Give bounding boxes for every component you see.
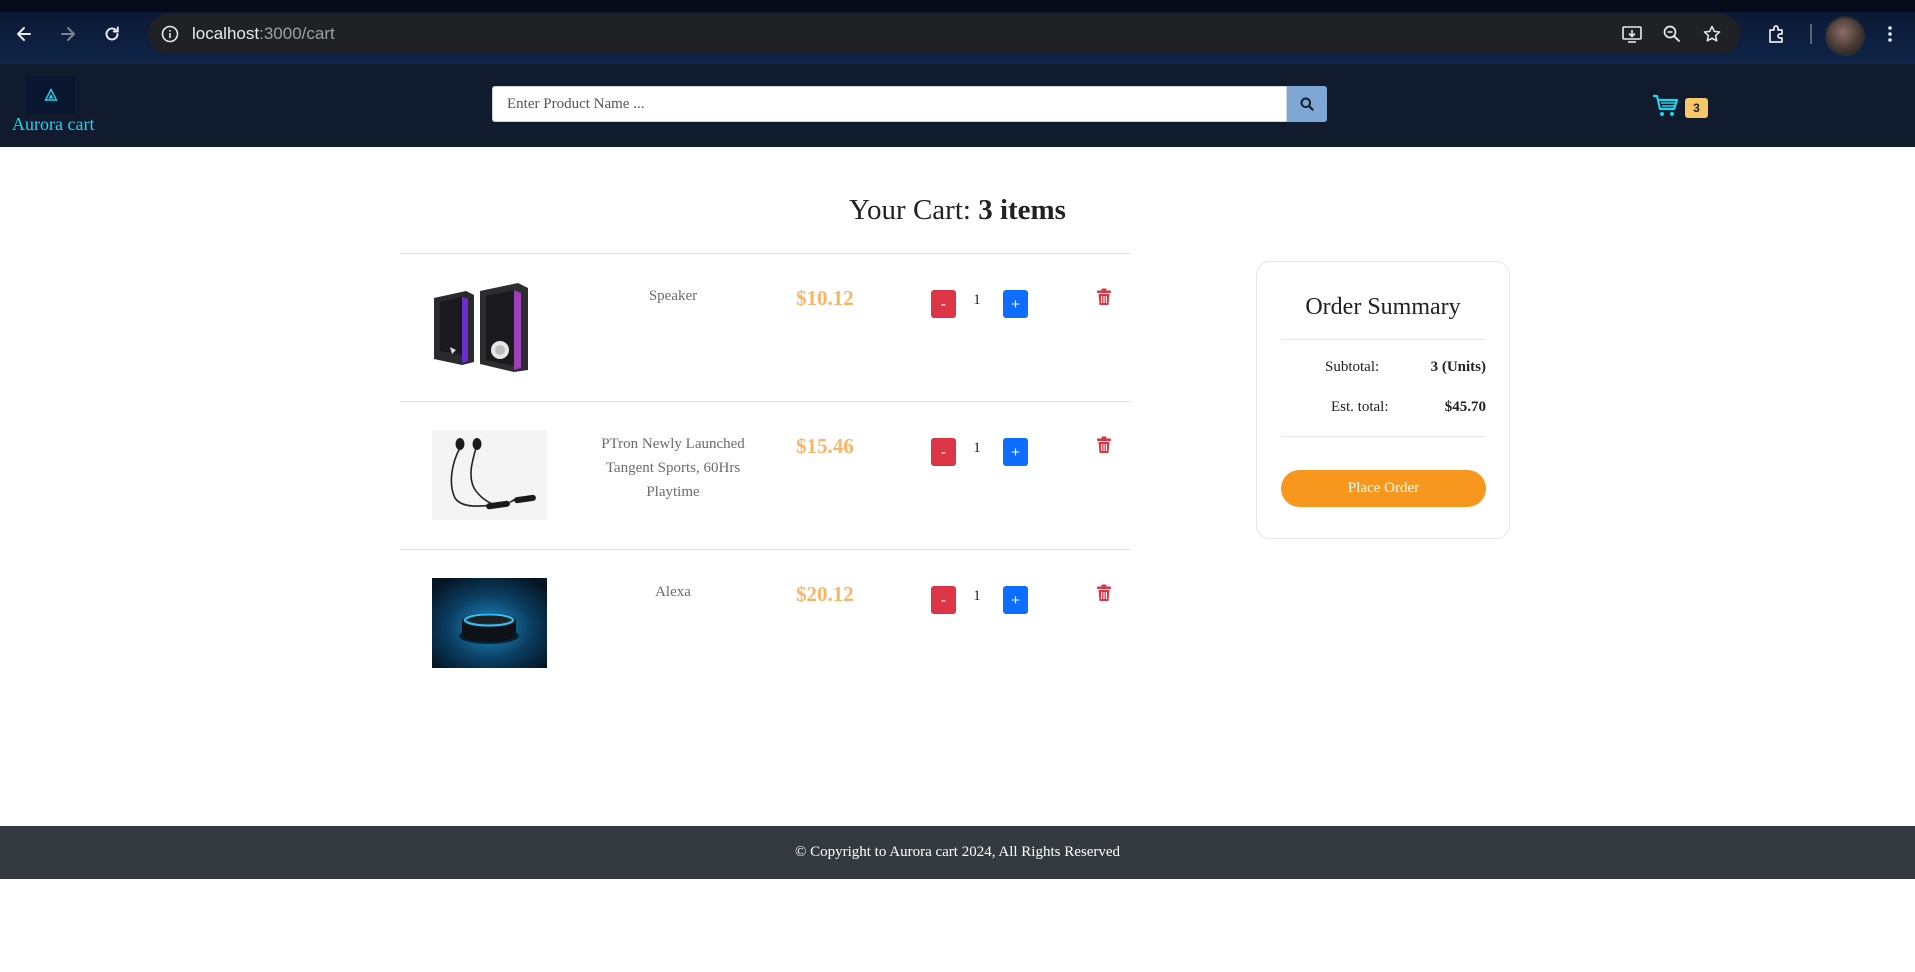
cart-icon xyxy=(1653,94,1679,116)
quantity-value: 1 xyxy=(973,588,981,604)
bookmark-button[interactable] xyxy=(1700,22,1724,46)
back-button[interactable] xyxy=(8,18,40,50)
toolbar-separator xyxy=(1810,24,1812,44)
search-icon xyxy=(1300,97,1314,111)
speaker-image xyxy=(432,282,547,372)
cart-title-count: 3 items xyxy=(978,194,1066,226)
reload-button[interactable] xyxy=(96,18,128,50)
cart-item-alexa: Alexa $20.12 - 1 + xyxy=(400,549,1131,697)
decrease-quantity-button[interactable]: - xyxy=(931,586,956,614)
forward-button[interactable] xyxy=(52,18,84,50)
back-icon xyxy=(17,27,31,41)
decrease-quantity-button[interactable]: - xyxy=(931,438,956,466)
cart-item-earphones: PTron Newly Launched Tangent Sports, 60H… xyxy=(400,401,1131,549)
product-name[interactable]: Alexa xyxy=(588,580,758,604)
order-summary-title: Order Summary xyxy=(1305,294,1461,320)
place-order-button[interactable]: Place Order xyxy=(1281,470,1486,507)
profile-avatar[interactable] xyxy=(1825,16,1865,56)
summary-divider xyxy=(1281,339,1486,340)
product-price: $15.46 xyxy=(796,434,854,458)
zoom-icon xyxy=(1663,25,1680,42)
increase-quantity-button[interactable]: + xyxy=(1003,438,1028,466)
cart-list: Speaker $10.12 - 1 + PTron Newly Launche… xyxy=(400,253,1131,697)
search-input[interactable] xyxy=(492,86,1287,122)
decrease-quantity-button[interactable]: - xyxy=(931,290,956,318)
cart-title-prefix: Your Cart: xyxy=(849,194,979,226)
logo-icon xyxy=(43,88,58,101)
product-price: $20.12 xyxy=(796,582,854,606)
earphones-image xyxy=(432,430,547,520)
site-header: Aurora cart 3 xyxy=(0,64,1915,147)
extensions-button[interactable] xyxy=(1761,18,1793,50)
cart-item-speaker: Speaker $10.12 - 1 + xyxy=(400,253,1131,401)
product-image-alexa[interactable] xyxy=(432,578,547,668)
url-host: localhost xyxy=(192,24,260,43)
trash-icon xyxy=(1097,288,1111,305)
total-value: $45.70 xyxy=(1444,399,1486,415)
trash-icon xyxy=(1097,436,1111,453)
browser-menu-button[interactable] xyxy=(1874,18,1906,50)
tab-strip xyxy=(0,0,1915,12)
increase-quantity-button[interactable]: + xyxy=(1003,290,1028,318)
product-name[interactable]: PTron Newly Launched Tangent Sports, 60H… xyxy=(588,432,758,504)
order-summary-card: Order Summary Subtotal: 3 (Units) Est. t… xyxy=(1256,261,1510,539)
site-info-icon xyxy=(161,25,179,43)
brand-name[interactable]: Aurora cart xyxy=(12,114,94,135)
install-app-button[interactable] xyxy=(1620,22,1644,46)
logo[interactable] xyxy=(26,76,75,114)
install-icon xyxy=(1622,26,1642,43)
browser-toolbar: localhost:3000/cart xyxy=(0,0,1915,64)
url-text: localhost:3000/cart xyxy=(192,14,335,54)
site-info-button[interactable] xyxy=(156,20,184,48)
quantity-value: 1 xyxy=(973,292,981,308)
forward-icon xyxy=(61,27,75,41)
product-price: $10.12 xyxy=(796,286,854,310)
subtotal-label: Subtotal: xyxy=(1325,359,1380,375)
reload-icon xyxy=(105,26,119,41)
cart-count-badge: 3 xyxy=(1685,98,1708,118)
product-image-speaker[interactable] xyxy=(432,282,547,372)
copyright-text: © Copyright to Aurora cart 2024, All Rig… xyxy=(794,844,1121,860)
remove-item-button[interactable] xyxy=(1096,584,1112,602)
remove-item-button[interactable] xyxy=(1096,288,1112,306)
trash-icon xyxy=(1097,584,1111,601)
cart-title: Your Cart: 3 items xyxy=(849,194,1066,227)
subtotal-value: 3 (Units) xyxy=(1430,359,1486,375)
remove-item-button[interactable] xyxy=(1096,436,1112,454)
increase-quantity-button[interactable]: + xyxy=(1003,586,1028,614)
summary-divider xyxy=(1281,436,1486,437)
url-path: :3000/cart xyxy=(259,24,335,43)
star-icon xyxy=(1703,25,1721,42)
product-name[interactable]: Speaker xyxy=(588,284,758,308)
alexa-image xyxy=(432,578,547,668)
total-label: Est. total: xyxy=(1331,399,1389,415)
site-footer: © Copyright to Aurora cart 2024, All Rig… xyxy=(0,826,1915,879)
address-bar[interactable]: localhost:3000/cart xyxy=(148,14,1740,54)
search-button[interactable] xyxy=(1287,86,1327,122)
product-image-earphones[interactable] xyxy=(432,430,547,520)
zoom-button[interactable] xyxy=(1660,22,1684,46)
quantity-value: 1 xyxy=(973,440,981,456)
menu-icon xyxy=(1888,26,1892,42)
extensions-icon xyxy=(1769,25,1783,43)
